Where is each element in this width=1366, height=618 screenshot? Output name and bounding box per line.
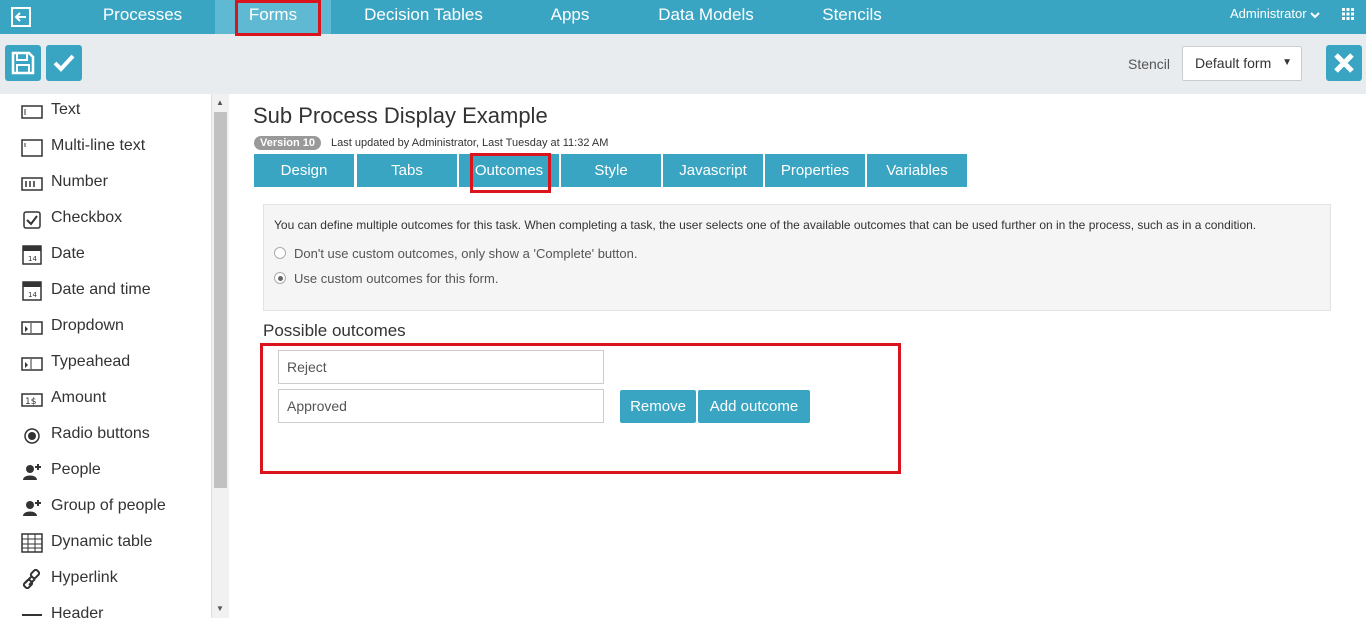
palette-item-label: Dynamic table [51, 533, 153, 550]
checkmark-icon [53, 54, 75, 72]
palette-item-group-of-people[interactable]: Group of people [0, 490, 210, 526]
people-icon [23, 464, 41, 480]
radio-icon [274, 247, 286, 259]
palette-item-amount[interactable]: 1$ Amount [0, 382, 210, 418]
close-editor-button[interactable] [1326, 45, 1362, 81]
palette-item-date[interactable]: 14 Date [0, 238, 210, 274]
back-icon[interactable] [10, 6, 32, 28]
text-field-icon [21, 105, 43, 119]
palette-item-header[interactable]: Header [0, 598, 210, 618]
palette-item-label: Checkbox [51, 209, 123, 226]
palette-item-label: Multi-line text [51, 137, 146, 154]
tab-outcomes[interactable]: Outcomes [459, 154, 559, 187]
stencil-label: Stencil [1128, 56, 1171, 72]
palette-item-text[interactable]: Text [0, 94, 210, 130]
palette-item-label: Radio buttons [51, 425, 150, 442]
outcomes-description: You can define multiple outcomes for thi… [274, 218, 1257, 232]
nav-forms[interactable]: Forms [215, 0, 331, 34]
scroll-thumb[interactable] [214, 112, 227, 488]
date-icon: 14 [22, 245, 42, 265]
add-outcome-button[interactable]: Add outcome [698, 390, 810, 423]
group-icon [23, 500, 41, 516]
palette-item-checkbox[interactable]: Checkbox [0, 202, 210, 238]
header-icon [22, 614, 42, 618]
tab-properties[interactable]: Properties [765, 154, 865, 187]
date-time-icon: 14 [22, 281, 42, 301]
svg-text:1$: 1$ [25, 397, 36, 407]
scroll-up-icon[interactable]: ▲ [216, 98, 224, 107]
palette-item-label: Dropdown [51, 317, 124, 334]
stencil-select[interactable]: Default form ▼ [1182, 46, 1302, 81]
nav-processes[interactable]: Processes [70, 0, 215, 34]
dropdown-icon [21, 321, 43, 335]
palette-item-dropdown[interactable]: Dropdown [0, 310, 210, 346]
palette-item-radio-buttons[interactable]: Radio buttons [0, 418, 210, 454]
save-and-close-button[interactable] [46, 45, 82, 81]
scroll-down-icon[interactable]: ▼ [216, 604, 224, 613]
tab-style[interactable]: Style [561, 154, 661, 187]
version-badge: Version 10 [254, 136, 322, 150]
radio-default-label: Don't use custom outcomes, only show a '… [294, 246, 638, 261]
nav-decision-tables[interactable]: Decision Tables [345, 0, 502, 34]
palette-scrollbar[interactable]: ▲ ▼ [212, 94, 229, 618]
palette-item-multiline-text[interactable]: Multi-line text [0, 130, 210, 166]
checkbox-icon [23, 211, 41, 229]
remove-outcome-button[interactable]: Remove [620, 390, 696, 423]
form-palette: Text Multi-line text Number Checkbox 14 … [0, 94, 212, 618]
palette-item-typeahead[interactable]: Typeahead [0, 346, 210, 382]
radio-custom-outcomes[interactable]: Use custom outcomes for this form. [274, 271, 498, 286]
number-icon [21, 177, 43, 191]
chevron-down-icon [1310, 12, 1320, 19]
palette-item-people[interactable]: People [0, 454, 210, 490]
top-navbar: Processes Forms Decision Tables Apps Dat… [0, 0, 1366, 34]
table-icon [21, 533, 43, 553]
palette-item-label: Date and time [51, 281, 151, 298]
tab-tabs[interactable]: Tabs [357, 154, 457, 187]
palette-item-label: People [51, 461, 101, 478]
save-button[interactable] [5, 45, 41, 81]
radio-default-outcomes[interactable]: Don't use custom outcomes, only show a '… [274, 246, 637, 261]
tab-javascript[interactable]: Javascript [663, 154, 763, 187]
nav-apps[interactable]: Apps [520, 0, 620, 34]
palette-item-label: Header [51, 605, 104, 618]
stencil-select-value: Default form [1195, 55, 1272, 71]
last-updated-text: Last updated by Administrator, Last Tues… [331, 137, 609, 149]
tab-variables[interactable]: Variables [867, 154, 967, 187]
radio-selected-icon [274, 272, 286, 284]
palette-item-label: Number [51, 173, 108, 190]
user-menu[interactable]: Administrator [1230, 6, 1320, 21]
tab-design[interactable]: Design [254, 154, 354, 187]
editor-toolbar: Stencil Default form ▼ [0, 34, 1366, 94]
nav-data-models[interactable]: Data Models [640, 0, 772, 34]
palette-item-label: Typeahead [51, 353, 131, 370]
svg-text:14: 14 [28, 291, 37, 299]
apps-grid-icon[interactable] [1342, 8, 1354, 20]
link-icon [22, 569, 41, 589]
possible-outcomes-heading: Possible outcomes [263, 321, 406, 340]
svg-text:14: 14 [28, 255, 37, 263]
palette-item-label: Group of people [51, 497, 166, 514]
user-name: Administrator [1230, 6, 1307, 21]
form-title: Sub Process Display Example [253, 103, 548, 128]
multiline-text-icon [21, 139, 43, 157]
palette-item-label: Text [51, 101, 81, 118]
outcome-field[interactable]: Reject [278, 350, 604, 384]
outcomes-settings-panel: You can define multiple outcomes for thi… [263, 204, 1331, 311]
palette-item-number[interactable]: Number [0, 166, 210, 202]
palette-item-hyperlink[interactable]: Hyperlink [0, 562, 210, 598]
radio-icon [24, 428, 40, 444]
palette-item-date-time[interactable]: 14 Date and time [0, 274, 210, 310]
amount-icon: 1$ [21, 393, 43, 407]
palette-item-label: Hyperlink [51, 569, 118, 586]
caret-down-icon: ▼ [1282, 57, 1292, 68]
radio-custom-label: Use custom outcomes for this form. [294, 271, 499, 286]
palette-item-dynamic-table[interactable]: Dynamic table [0, 526, 210, 562]
palette-item-label: Date [51, 245, 85, 262]
typeahead-icon [21, 357, 43, 371]
outcome-field[interactable]: Approved [278, 389, 604, 423]
close-icon [1334, 53, 1354, 73]
save-icon [11, 51, 35, 75]
palette-item-label: Amount [51, 389, 107, 406]
nav-stencils[interactable]: Stencils [800, 0, 904, 34]
